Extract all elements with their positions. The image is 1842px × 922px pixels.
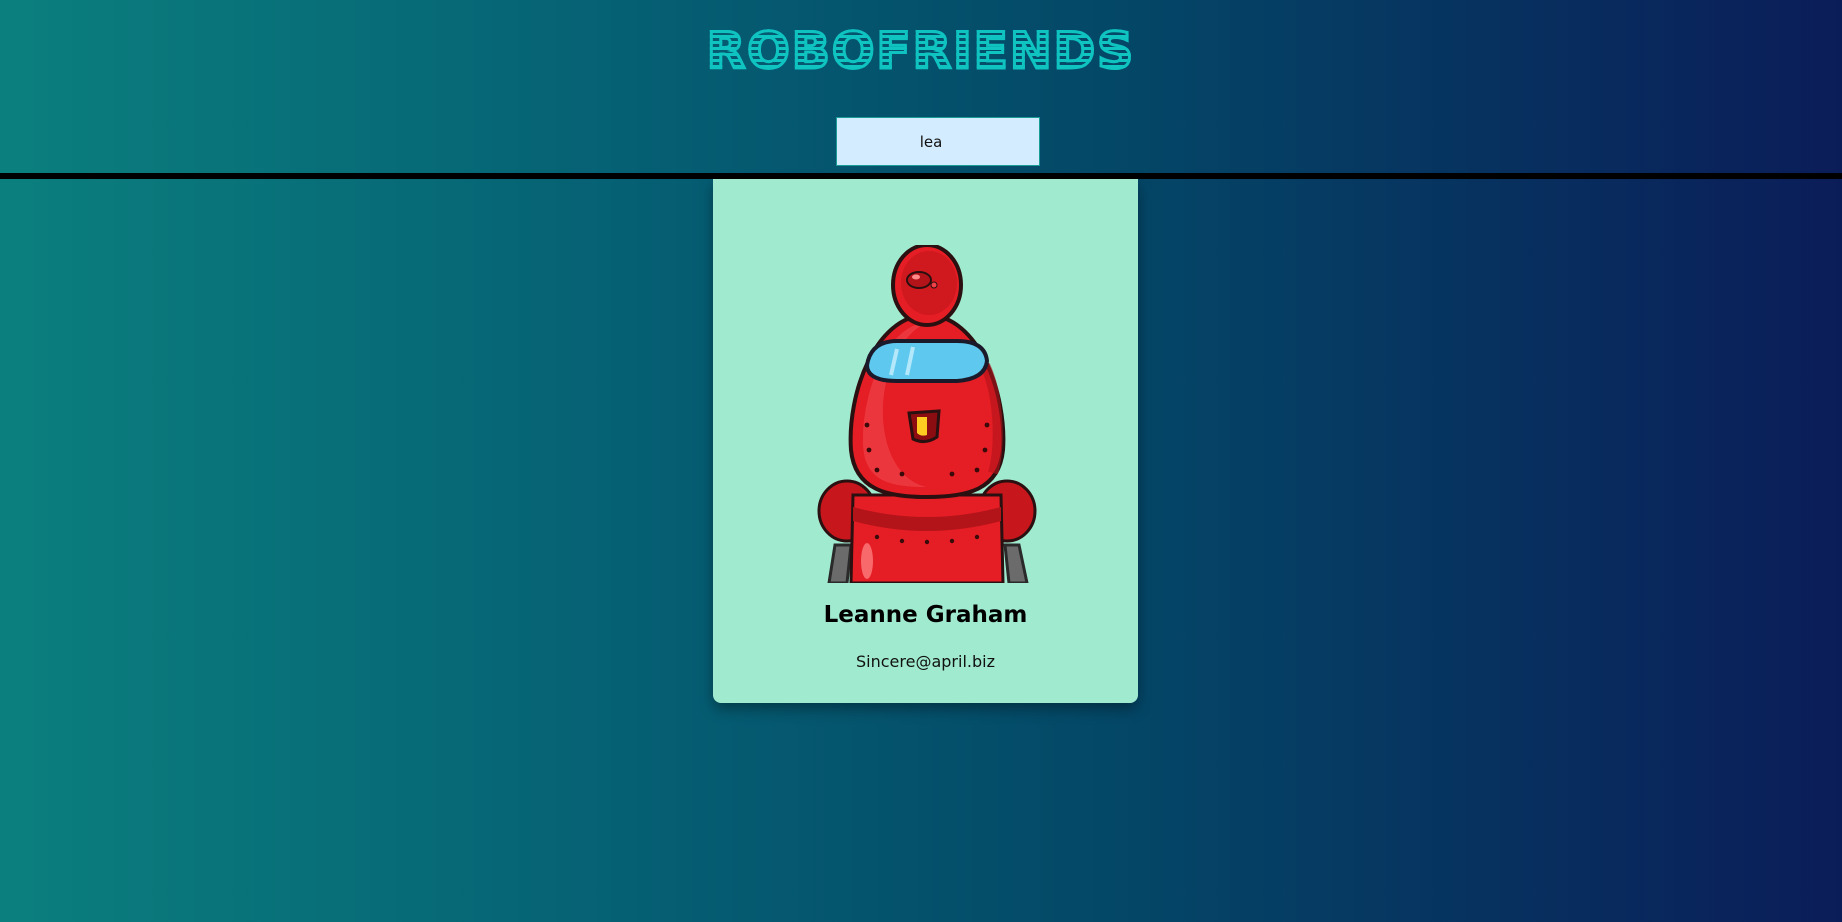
robot-card[interactable]: Leanne Graham Sincere@april.biz <box>713 179 1138 703</box>
app-title-text: ROBOFRIENDS <box>705 21 1136 82</box>
robot-email: Sincere@april.biz <box>856 652 995 671</box>
robot-avatar-icon <box>817 245 1037 583</box>
red-robot-icon <box>817 245 1037 583</box>
app-title: ROBOFRIENDS <box>0 18 1842 84</box>
app-header: ROBOFRIENDS <box>0 0 1842 173</box>
search-input[interactable] <box>836 117 1040 166</box>
robot-name: Leanne Graham <box>823 602 1028 628</box>
